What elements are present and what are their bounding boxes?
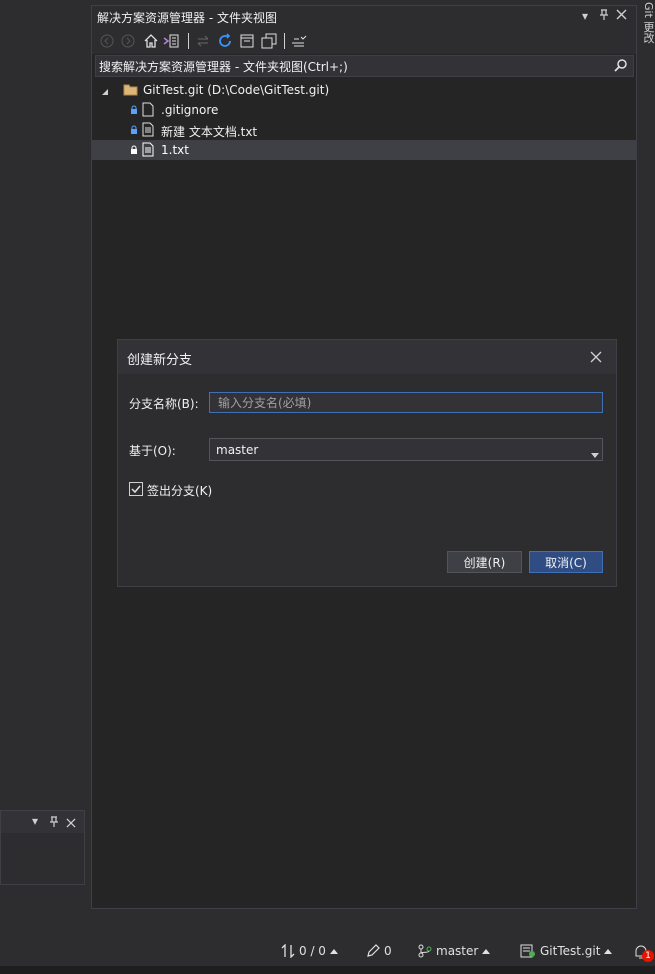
lock-icon: [130, 124, 138, 138]
close-icon[interactable]: [616, 9, 627, 23]
toolbar-separator: [188, 33, 189, 49]
panel-title-bar: 解决方案资源管理器 - 文件夹视图 ▾: [92, 6, 636, 28]
checkmark-icon: [131, 485, 141, 494]
create-branch-dialog: 创建新分支 分支名称(B): 基于(O): master 签出分支(K) 创建(…: [117, 339, 617, 587]
base-branch-select[interactable]: master: [209, 438, 603, 461]
chevron-down-icon[interactable]: ▾: [32, 814, 38, 828]
panel-title: 解决方案资源管理器 - 文件夹视图: [97, 11, 277, 25]
git-changes-side-tab[interactable]: Git 更改: [638, 0, 655, 60]
toolbar-separator: [284, 33, 285, 49]
status-bar: 0 / 0 0 master GitTest.git 1: [0, 938, 655, 966]
repository-icon: [520, 944, 535, 958]
tree-item-label: .gitignore: [161, 103, 219, 117]
branch-icon: [418, 944, 432, 958]
changes-count: 0: [384, 944, 392, 958]
branch-status[interactable]: master: [418, 944, 491, 958]
left-dock-area: [0, 0, 90, 940]
base-branch-value: master: [216, 443, 259, 457]
show-all-files-icon[interactable]: [260, 32, 278, 50]
back-icon[interactable]: [98, 32, 116, 50]
dialog-header: 创建新分支: [118, 340, 616, 374]
switch-views-icon[interactable]: [163, 32, 181, 50]
create-button[interactable]: 创建(R): [447, 551, 522, 573]
collapse-all-icon[interactable]: [238, 32, 256, 50]
text-file-icon: [142, 122, 154, 140]
home-icon[interactable]: [142, 32, 160, 50]
text-file-icon: [142, 142, 154, 160]
taskbar-edge: [0, 966, 655, 974]
checkout-branch-checkbox[interactable]: [129, 482, 143, 496]
pin-icon[interactable]: [49, 816, 59, 831]
tree-root-label: GitTest.git (D:\Code\GitTest.git): [143, 83, 330, 97]
repository-name: GitTest.git: [540, 944, 601, 958]
tree-item-selected[interactable]: 1.txt: [92, 140, 636, 160]
file-icon: [142, 102, 154, 120]
chevron-down-icon[interactable]: ▾: [582, 9, 588, 23]
sync-status[interactable]: 0 / 0: [281, 944, 338, 958]
repository-status[interactable]: GitTest.git: [520, 944, 613, 958]
panel-toolbar: [92, 28, 636, 54]
pencil-icon: [367, 944, 380, 957]
branch-name: master: [436, 944, 479, 958]
tree-item-label: 新建 文本文档.txt: [161, 125, 258, 139]
sync-arrows-icon: [281, 944, 295, 958]
git-changes-tab-label: Git 更改: [642, 2, 655, 44]
lock-icon: [130, 144, 138, 158]
pin-icon[interactable]: [599, 9, 609, 24]
dialog-title: 创建新分支: [127, 353, 193, 368]
chevron-up-icon: [329, 948, 338, 954]
pending-changes-status[interactable]: 0: [366, 944, 392, 958]
refresh-icon[interactable]: [216, 32, 234, 50]
tree-item-label: 1.txt: [161, 143, 189, 157]
solution-explorer-search[interactable]: 搜索解决方案资源管理器 - 文件夹视图(Ctrl+;): [95, 55, 634, 77]
sync-count: 0 / 0: [299, 944, 326, 958]
checkout-branch-label: 签出分支(K): [147, 484, 213, 498]
chevron-up-icon: [482, 948, 491, 954]
folder-icon: [123, 83, 138, 99]
search-icon[interactable]: [614, 58, 628, 75]
tree-item[interactable]: .gitignore: [92, 100, 636, 120]
close-icon[interactable]: [590, 351, 602, 366]
close-icon[interactable]: [66, 817, 76, 831]
lock-icon: [130, 104, 138, 118]
notifications-button[interactable]: 1: [634, 944, 654, 962]
bottom-tool-window-header: ▾: [1, 811, 84, 833]
tree-item[interactable]: 新建 文本文档.txt: [92, 120, 636, 140]
branch-name-input[interactable]: [209, 392, 603, 413]
base-label: 基于(O):: [129, 444, 176, 458]
sync-with-active-document-icon[interactable]: [194, 32, 212, 50]
preview-selected-items-icon[interactable]: [290, 32, 308, 50]
search-placeholder: 搜索解决方案资源管理器 - 文件夹视图(Ctrl+;): [99, 60, 348, 74]
bottom-tool-window: ▾: [0, 810, 85, 885]
branch-name-label: 分支名称(B):: [129, 397, 199, 411]
tree-root-node[interactable]: GitTest.git (D:\Code\GitTest.git): [92, 80, 636, 100]
chevron-up-icon: [604, 948, 613, 954]
chevron-down-icon: [591, 447, 599, 461]
expanded-arrow-icon[interactable]: [101, 85, 109, 99]
cancel-button[interactable]: 取消(C): [529, 551, 603, 573]
notification-badge: 1: [642, 950, 654, 962]
forward-icon[interactable]: [119, 32, 137, 50]
